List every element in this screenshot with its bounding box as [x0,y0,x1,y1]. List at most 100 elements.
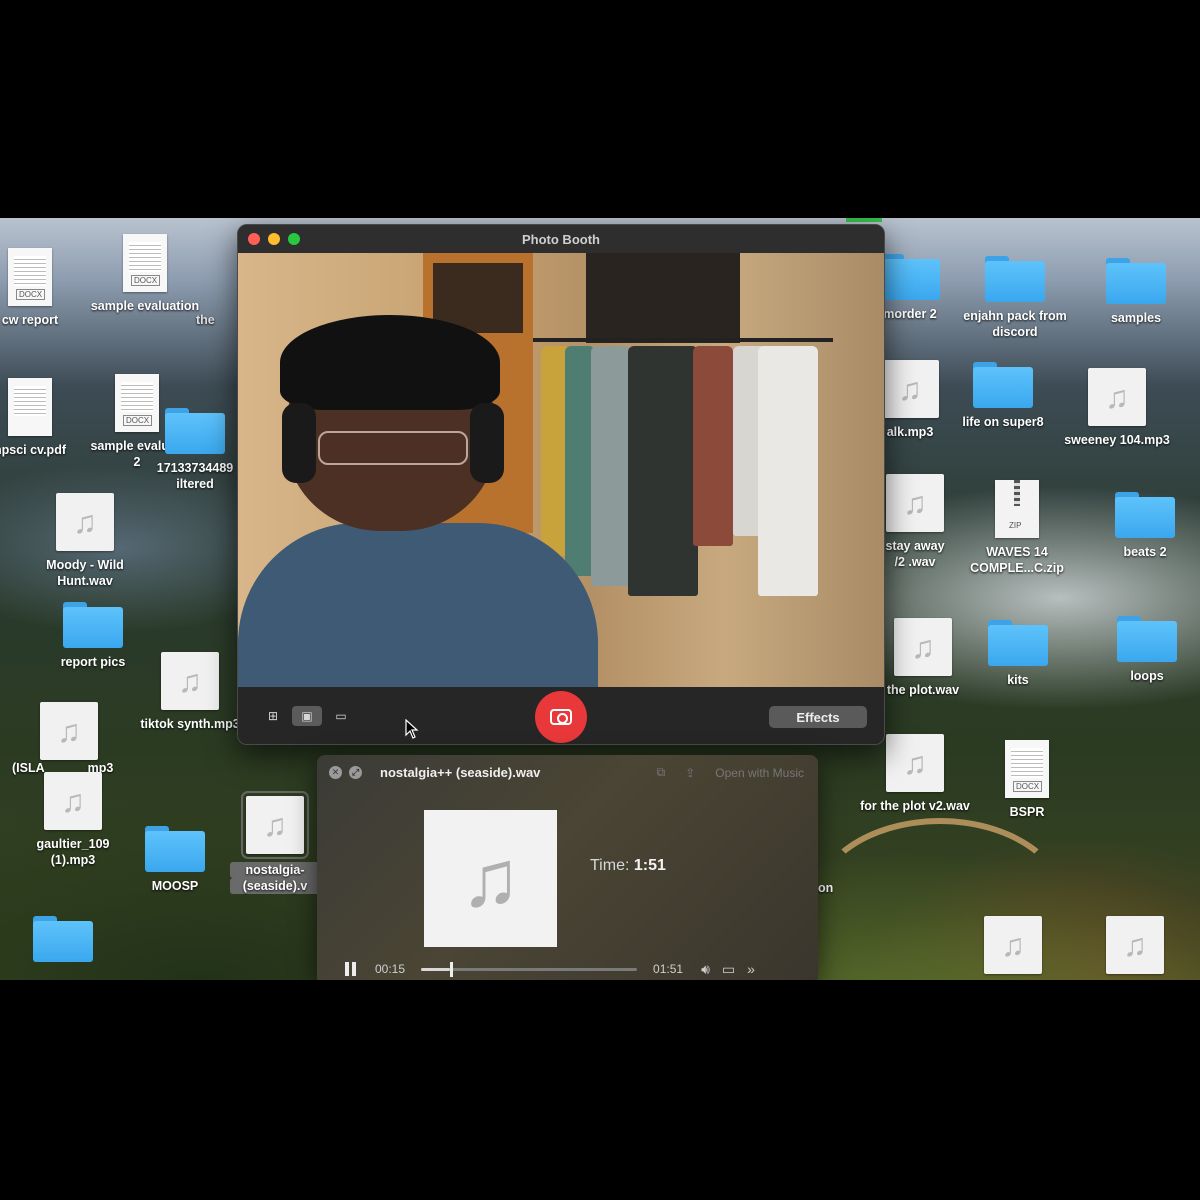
desktop-icon-filtered-folder[interactable]: 17133734489 iltered [150,408,240,492]
icon-label: loops [1130,669,1164,683]
camera-icon [550,709,572,725]
folder-icon [880,254,940,300]
title-bar[interactable]: Photo Booth [238,225,884,253]
music-note-icon: ♫ [1106,916,1164,974]
quick-look-toolbar: ✕ ⤢ nostalgia++ (seaside).wav ⧉ ⇪ Open w… [317,755,818,789]
camera-preview [238,253,884,687]
more-icon[interactable]: » [747,961,755,977]
photo-booth-window[interactable]: Photo Booth ⊞ ▣ ▭ Effects [237,224,885,745]
icon-label: cw report [1,313,59,327]
icon-label: WAVES 14 [986,545,1048,559]
folder-icon [1115,492,1175,538]
icon-label-line2: discord [992,325,1038,339]
duration: 01:51 [653,962,684,976]
single-photo-icon[interactable]: ▣ [292,706,322,726]
desktop-icon-partial-the[interactable]: the [196,306,236,328]
pause-icon[interactable] [345,962,357,976]
person-shirt-image [238,523,598,687]
folder-icon [1106,258,1166,304]
desktop-icon-beats-2[interactable]: beats 2 [1080,492,1200,560]
music-note-icon: ♫ [886,474,944,532]
music-note-icon: ♫ [886,734,944,792]
desktop-icon-enjahn-pack[interactable]: enjahn pack from discord [950,256,1080,340]
zoom-button[interactable] [288,233,300,245]
video-icon[interactable]: ▭ [326,706,356,726]
progress-fill [421,967,451,971]
quick-look-window[interactable]: ✕ ⤢ nostalgia++ (seaside).wav ⧉ ⇪ Open w… [317,755,818,980]
share-icon[interactable]: ⇪ [685,766,695,780]
icon-label: beats 2 [1123,545,1167,559]
time-label: Time: [590,857,630,874]
current-time: 00:15 [375,962,406,976]
desktop-icon-partial-on[interactable]: on [818,874,848,896]
headphone-left-image [282,403,316,483]
beanie-image [280,315,500,410]
music-note-icon: ♫ [984,916,1042,974]
minimize-button[interactable] [268,233,280,245]
close-button[interactable] [248,233,260,245]
folder-icon [988,620,1048,666]
view-mode-segmented-control: ⊞ ▣ ▭ [258,706,356,726]
glasses-image [318,431,468,465]
desktop-icon-tiktok-synth[interactable]: ♫ tiktok synth.mp3 [125,652,255,732]
music-note-icon: ♫ [894,618,952,676]
icon-label: kits [1007,673,1029,687]
file-name: nostalgia++ (seaside).wav [380,764,541,780]
icon-label: Moody - Wild [46,558,124,572]
effects-button[interactable]: Effects [769,706,867,728]
desktop-icon-bottom-audio-1[interactable]: ♫ [948,916,1078,974]
window-title: Photo Booth [522,231,600,247]
desktop-icon-for-the-plot-v2[interactable]: ♫ for the plot v2.wav [850,734,980,814]
desktop-icon-sample-evaluation[interactable]: DOCX sample evaluation [80,234,210,314]
icon-label: for the plot v2.wav [860,799,970,813]
trim-icon[interactable]: ⧉ [657,765,666,780]
folder-icon [63,602,123,648]
open-with-music-button[interactable]: Open with Music [715,766,804,780]
fullscreen-icon[interactable]: ⤢ [349,765,362,779]
folder-icon [1117,616,1177,662]
mouse-cursor-icon [405,718,419,744]
desktop-icon-moosp[interactable]: MOOSP [110,826,240,894]
icon-label: BSPR [1009,805,1045,819]
desktop-icon-loops[interactable]: loops [1082,616,1200,684]
icon-label: nostalgia- [230,862,320,878]
volume-icon[interactable]: 🔊︎ [701,961,710,978]
desktop-icon-waves-zip[interactable]: ZIP WAVES 14 COMPLE...C.zip [952,480,1082,576]
folder-icon [145,826,205,872]
zip-file-icon: ZIP [995,480,1039,538]
desktop-icon-kits[interactable]: kits [953,620,1083,688]
desktop-icon-isla-mp3[interactable]: ♫ (ISLA mp3 [4,702,134,776]
desktop-icon-sweeney[interactable]: ♫ sweeney 104.mp3 [1052,368,1182,448]
music-note-icon: ♫ [881,360,939,418]
music-artwork-icon: ♫ [424,810,557,947]
progress-knob[interactable] [450,961,454,977]
grid-icon[interactable]: ⊞ [258,706,288,726]
desktop-icon-moody-wild-hunt[interactable]: ♫ Moody - Wild Hunt.wav [20,493,150,589]
music-note-icon: ♫ [1088,368,1146,426]
icon-label: tiktok synth.mp3 [140,717,240,731]
menu-bar-indicator [846,218,882,222]
desktop-icon-bottom-audio-2[interactable]: ♫ [1070,916,1200,974]
music-note-icon: ♫ [161,652,219,710]
docx-file-icon: DOCX [8,248,52,306]
progress-slider[interactable] [421,961,638,977]
take-photo-button[interactable] [535,691,587,743]
close-icon[interactable]: ✕ [329,765,342,779]
desktop-icon-bspr[interactable]: DOCX BSPR [962,740,1092,820]
desktop-icon-life-on-super8[interactable]: life on super8 [938,362,1068,430]
icon-label: on [818,881,834,895]
icon-label: 17133734489 [156,461,234,475]
docx-file-icon: DOCX [1005,740,1049,798]
desktop-icon-samples[interactable]: samples [1071,258,1200,326]
icon-label: enjahn pack from [963,309,1067,323]
time-value: 1:51 [633,857,666,874]
icon-label: the [196,313,215,327]
desktop-icon-bottom-folder[interactable] [0,916,128,962]
music-note-icon: ♫ [241,791,309,859]
desktop-icon-nostalgia-selected[interactable]: ♫ nostalgia- (seaside).v [230,791,320,894]
icon-label: life on super8 [962,415,1044,429]
airplay-icon[interactable]: ▭ [722,961,735,978]
icon-label: sweeney 104.mp3 [1064,433,1170,447]
track-time: Time: 1:51 [590,857,666,875]
icon-label-line2: iltered [176,477,214,491]
